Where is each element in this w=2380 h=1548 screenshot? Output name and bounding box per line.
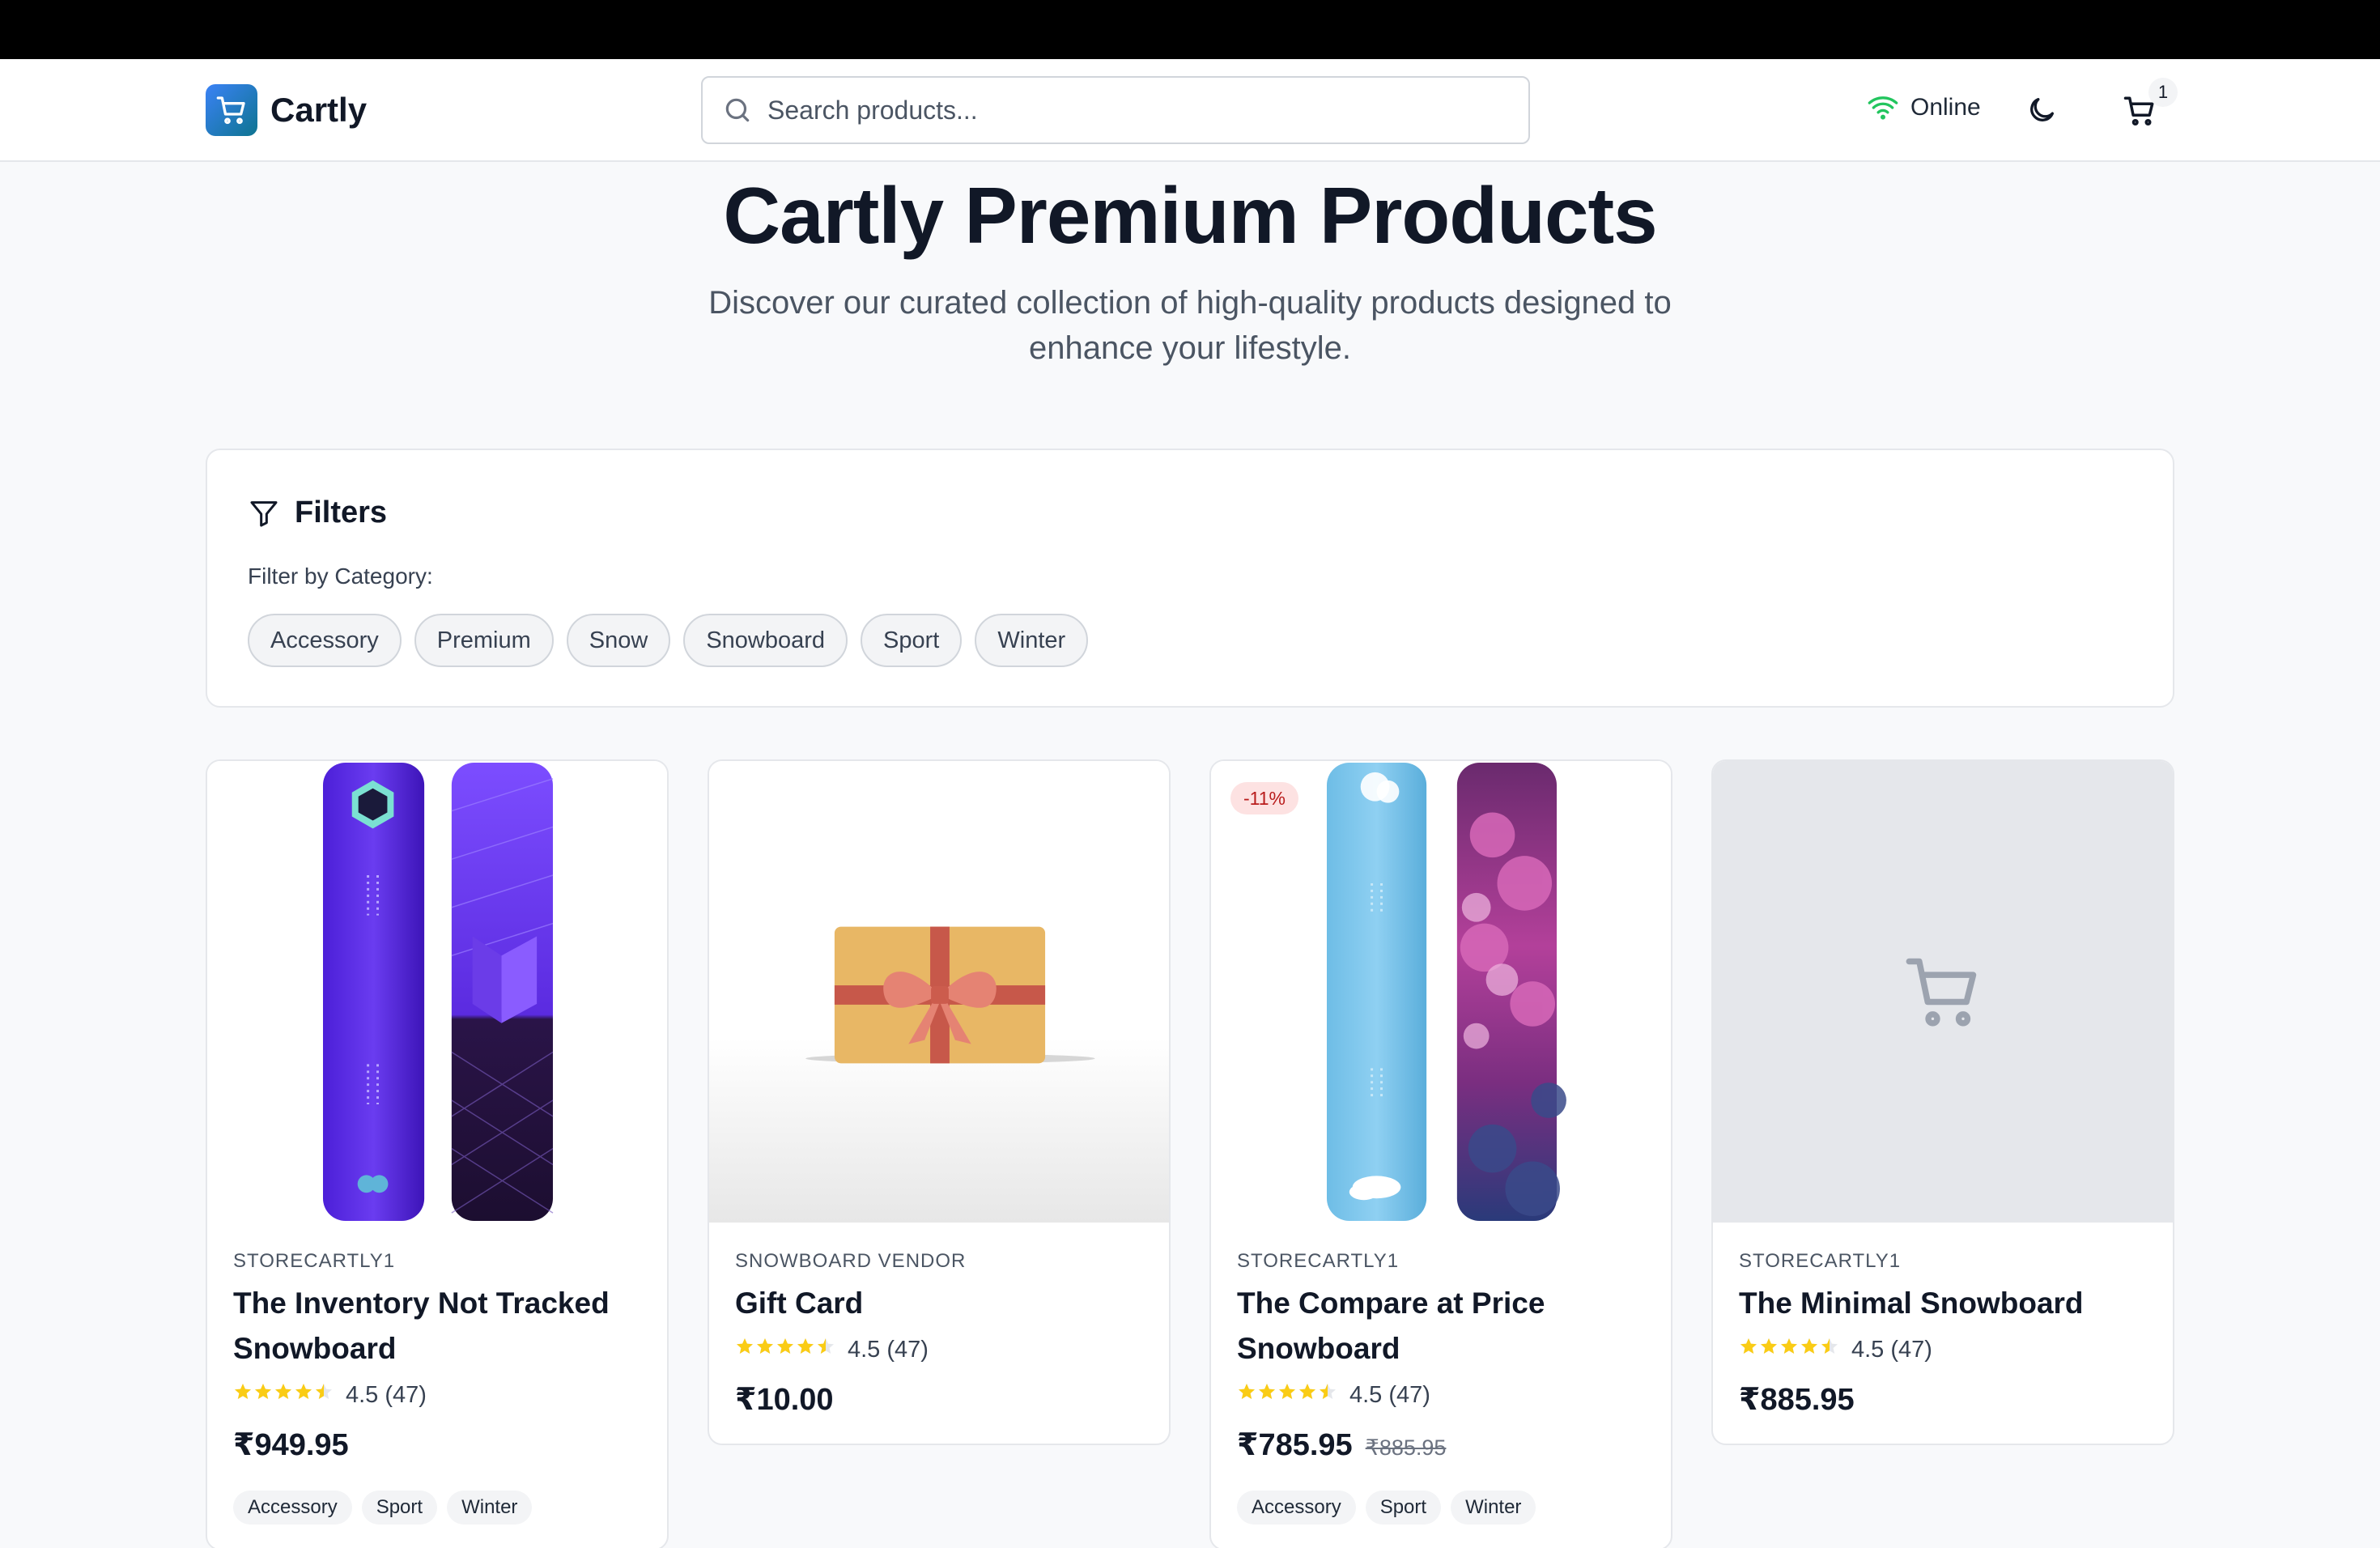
category-chip-winter[interactable]: Winter bbox=[975, 614, 1089, 667]
star-icon bbox=[235, 1384, 251, 1399]
star-icon bbox=[818, 1338, 834, 1354]
rating-stars bbox=[233, 1381, 334, 1409]
compare-at-price: ₹885.95 bbox=[1365, 1435, 1447, 1460]
product-image[interactable] bbox=[207, 761, 667, 1223]
star-icon bbox=[797, 1338, 814, 1354]
star-icon bbox=[1781, 1338, 1797, 1354]
rating-stars bbox=[1739, 1336, 1840, 1363]
status-text: Online bbox=[1910, 94, 1981, 121]
star-icon bbox=[1740, 1338, 1757, 1354]
wifi-icon bbox=[1868, 96, 1898, 120]
star-icon bbox=[1801, 1338, 1817, 1354]
rating-text: 4.5 (47) bbox=[346, 1381, 427, 1408]
product-rating: 4.5 (47) bbox=[1237, 1381, 1645, 1409]
rating-text: 4.5 (47) bbox=[1349, 1381, 1430, 1408]
product-image[interactable] bbox=[709, 761, 1169, 1223]
product-card[interactable]: -11% STORECARTLY1 The Compare at Price S… bbox=[1209, 759, 1672, 1548]
product-card[interactable]: STORECARTLY1 The Inventory Not Tracked S… bbox=[206, 759, 669, 1548]
category-chip-snow[interactable]: Snow bbox=[566, 614, 671, 667]
page-title: Cartly Premium Products bbox=[723, 171, 1657, 260]
product-price: ₹949.95 bbox=[233, 1428, 349, 1462]
product-tag: Winter bbox=[1451, 1491, 1536, 1525]
price-row: ₹10.00 bbox=[735, 1381, 1143, 1418]
moon-icon bbox=[2030, 98, 2054, 121]
price-row: ₹785.95 ₹885.95 bbox=[1237, 1427, 1645, 1463]
product-tag: Accessory bbox=[1237, 1491, 1356, 1525]
search-bar[interactable] bbox=[701, 76, 1530, 144]
product-tag: Accessory bbox=[233, 1491, 352, 1525]
product-card[interactable]: SNOWBOARD VENDOR Gift Card 4.5 (47) ₹10.… bbox=[708, 759, 1171, 1445]
search-input[interactable] bbox=[767, 95, 1496, 125]
star-icon bbox=[1821, 1338, 1838, 1354]
star-icon bbox=[1299, 1384, 1315, 1399]
star-icon bbox=[1761, 1338, 1777, 1354]
page-subtitle: Discover our curated collection of high-… bbox=[708, 285, 1672, 366]
brand-logo[interactable]: Cartly bbox=[206, 84, 367, 136]
filters-title: Filters bbox=[295, 495, 388, 529]
filter-icon bbox=[250, 500, 278, 526]
discount-badge: -11% bbox=[1230, 782, 1298, 814]
price-row: ₹885.95 bbox=[1739, 1381, 2147, 1418]
rating-stars bbox=[735, 1336, 836, 1363]
category-chips: Accessory Premium Snow Snowboard Sport W… bbox=[248, 614, 1089, 667]
rating-text: 4.5 (47) bbox=[1851, 1336, 1932, 1363]
star-icon bbox=[275, 1384, 291, 1399]
price-row: ₹949.95 bbox=[233, 1427, 641, 1463]
category-chip-snowboard[interactable]: Snowboard bbox=[683, 614, 848, 667]
product-tag: Winter bbox=[447, 1491, 533, 1525]
star-icon bbox=[777, 1338, 793, 1354]
product-vendor: STORECARTLY1 bbox=[233, 1250, 396, 1272]
star-icon bbox=[316, 1384, 332, 1399]
filter-category-label: Filter by Category: bbox=[248, 563, 433, 589]
category-chip-premium[interactable]: Premium bbox=[414, 614, 554, 667]
product-price: ₹885.95 bbox=[1739, 1383, 1855, 1417]
product-name[interactable]: Gift Card bbox=[735, 1281, 1143, 1326]
product-name[interactable]: The Inventory Not Tracked Snowboard bbox=[233, 1281, 641, 1372]
product-price: ₹785.95 bbox=[1237, 1428, 1353, 1462]
star-icon bbox=[255, 1384, 271, 1399]
star-icon bbox=[757, 1338, 773, 1354]
theme-toggle-button[interactable] bbox=[2021, 89, 2063, 131]
star-icon bbox=[1279, 1384, 1295, 1399]
product-name[interactable]: The Minimal Snowboard bbox=[1739, 1281, 2147, 1326]
star-icon bbox=[737, 1338, 753, 1354]
filters-panel: Filters Filter by Category: Accessory Pr… bbox=[206, 449, 2174, 708]
product-name[interactable]: The Compare at Price Snowboard bbox=[1237, 1281, 1645, 1372]
rating-text: 4.5 (47) bbox=[848, 1336, 929, 1363]
filters-header: Filters bbox=[248, 495, 387, 530]
product-rating: 4.5 (47) bbox=[735, 1336, 1143, 1363]
cart-count-badge: 1 bbox=[2148, 78, 2178, 107]
product-tag: Sport bbox=[1365, 1491, 1442, 1525]
product-tags: Accessory Sport Winter bbox=[1237, 1491, 1645, 1525]
product-vendor: STORECARTLY1 bbox=[1739, 1250, 1902, 1272]
product-price: ₹10.00 bbox=[735, 1383, 834, 1417]
product-rating: 4.5 (47) bbox=[1739, 1336, 2147, 1363]
product-card[interactable]: STORECARTLY1 The Minimal Snowboard 4.5 (… bbox=[1711, 759, 2174, 1445]
category-chip-sport[interactable]: Sport bbox=[861, 614, 963, 667]
star-icon bbox=[1259, 1384, 1275, 1399]
star-icon bbox=[1239, 1384, 1255, 1399]
brand-name: Cartly bbox=[270, 91, 368, 129]
top-black-bar bbox=[0, 0, 2380, 59]
product-vendor: SNOWBOARD VENDOR bbox=[735, 1250, 967, 1272]
product-vendor: STORECARTLY1 bbox=[1237, 1250, 1400, 1272]
search-icon bbox=[725, 98, 750, 122]
star-icon bbox=[295, 1384, 312, 1399]
product-image-placeholder[interactable] bbox=[1713, 761, 2173, 1223]
rating-stars bbox=[1237, 1381, 1338, 1409]
cart-logo-icon bbox=[206, 84, 257, 136]
product-tag: Sport bbox=[361, 1491, 438, 1525]
product-rating: 4.5 (47) bbox=[233, 1381, 641, 1409]
category-chip-accessory[interactable]: Accessory bbox=[248, 614, 402, 667]
product-image[interactable] bbox=[1211, 761, 1671, 1223]
product-tags: Accessory Sport Winter bbox=[233, 1491, 641, 1525]
connection-status: Online bbox=[1867, 91, 1981, 124]
cart-placeholder-icon bbox=[1906, 958, 1977, 1027]
star-icon bbox=[1320, 1384, 1336, 1399]
